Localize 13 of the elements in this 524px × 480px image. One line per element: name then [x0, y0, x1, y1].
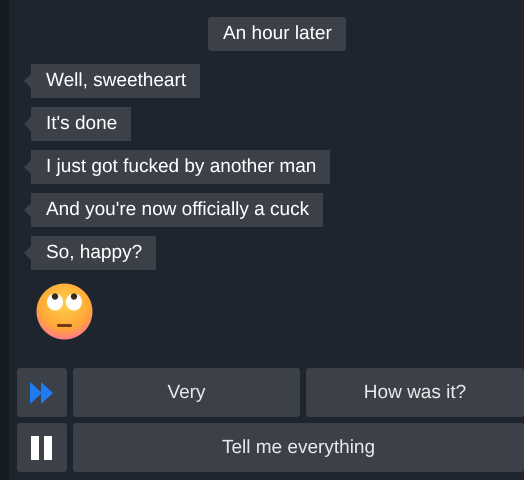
- face-icon: [36, 283, 93, 340]
- fast-forward-icon: [30, 382, 54, 404]
- choice-button[interactable]: Very: [73, 368, 300, 417]
- pause-button[interactable]: [17, 423, 67, 472]
- message-bubble: So, happy?: [24, 236, 156, 270]
- choice-button[interactable]: How was it?: [306, 368, 524, 417]
- message-bubble: And you're now officially a cuck: [24, 193, 324, 227]
- message-bubble: I just got fucked by another man: [24, 150, 330, 184]
- message-bubble: Well, sweetheart: [24, 64, 200, 98]
- message-bubble: It's done: [24, 107, 132, 141]
- choice-button[interactable]: Tell me everything: [73, 423, 524, 472]
- pause-icon: [30, 436, 54, 460]
- skip-button[interactable]: [17, 368, 67, 417]
